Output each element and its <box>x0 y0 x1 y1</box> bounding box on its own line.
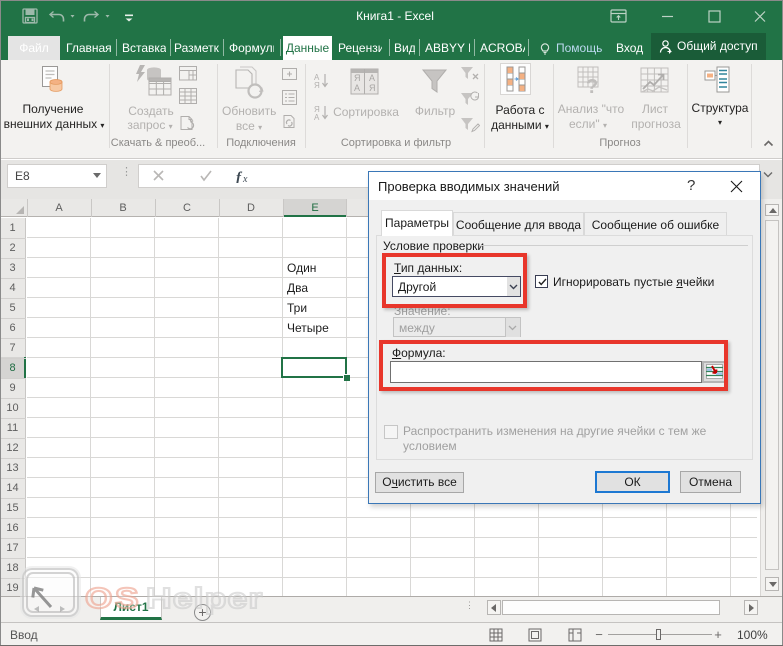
svg-text:А: А <box>354 83 360 93</box>
svg-text:?: ? <box>586 76 598 95</box>
svg-text:f: f <box>236 170 243 183</box>
svg-text:Я: Я <box>354 73 361 83</box>
svg-text:Я: Я <box>369 83 376 93</box>
svg-text:x: x <box>242 174 248 183</box>
svg-text:А: А <box>314 113 320 122</box>
svg-text:А: А <box>369 73 375 83</box>
svg-text:Я: Я <box>314 81 320 90</box>
